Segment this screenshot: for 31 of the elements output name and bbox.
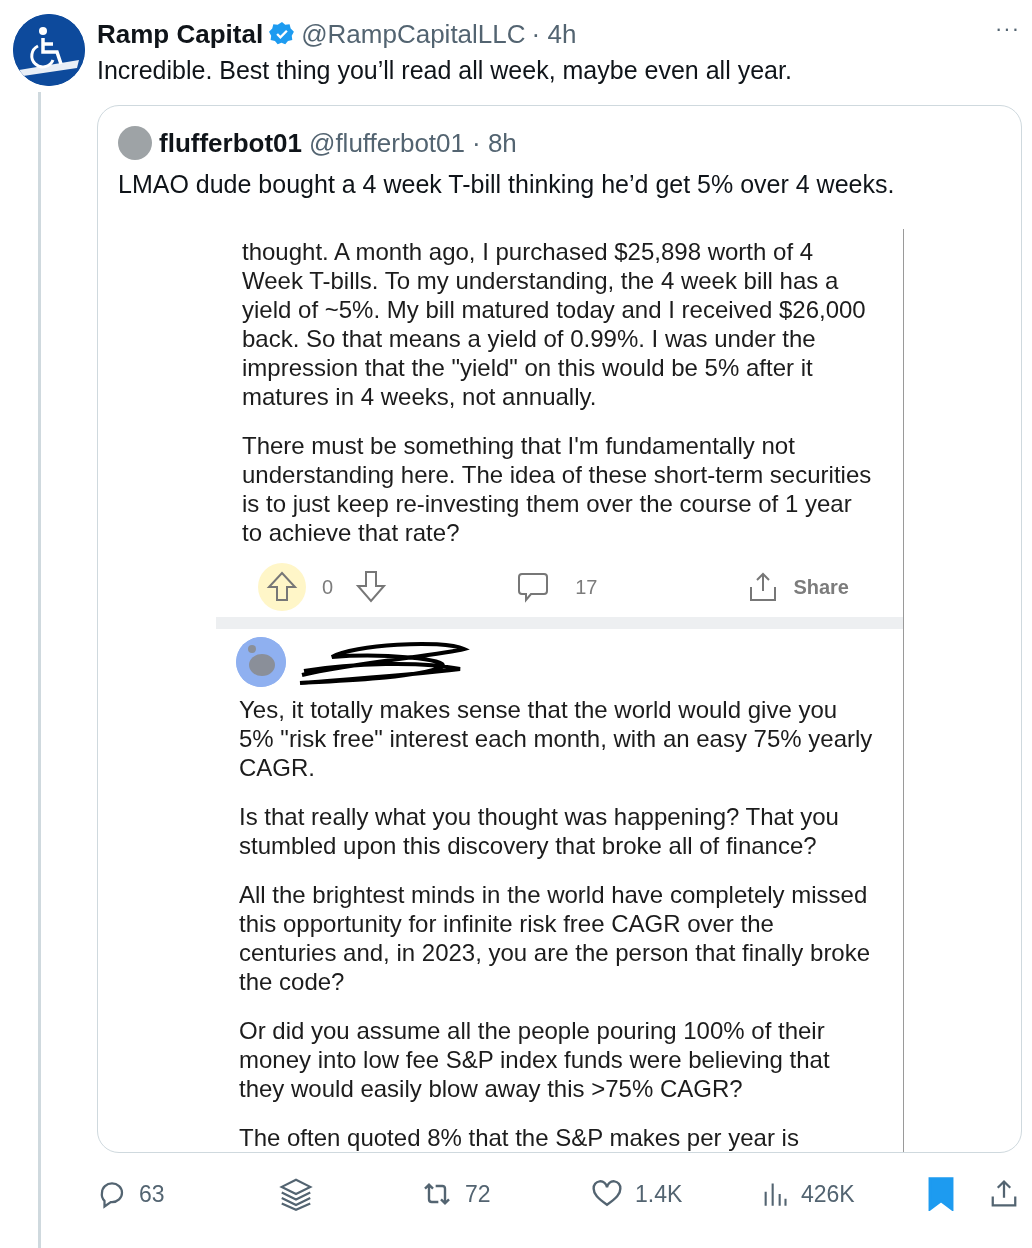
post-time[interactable]: · 4h: [531, 18, 577, 50]
like-button[interactable]: 1.4K: [591, 1178, 761, 1210]
retweet-button[interactable]: 72: [421, 1178, 591, 1210]
quoted-tweet-card[interactable]: [97, 105, 1022, 1153]
share-icon[interactable]: [989, 1179, 1019, 1209]
comment-count: 17: [575, 575, 598, 599]
comment-paragraph: The often quoted 8% that the S&P makes per year is: [239, 1123, 800, 1152]
bookmark-icon[interactable]: [927, 1177, 955, 1211]
reply-button[interactable]: 63: [97, 1179, 277, 1209]
downvote-arrow-icon: [355, 570, 388, 604]
author-name[interactable]: Ramp Capital: [97, 18, 264, 50]
comment-paragraph: Yes, it totally makes sense that the world would give you 5% "risk free" interest each month, with an easy 75% yearly CAGR.: [239, 695, 874, 782]
post-paragraph: thought. A month ago, I purchased $25,898 worth of 4 Week T-bills. To my understanding, the 4 week bill has a yield of ~5%. My bill matured today and I received $26,000 back. So that means a yield of 0.99%. I was under the impression that the "yield" on this would be 5% after it matures in 4 weeks, not annually.: [242, 237, 867, 411]
post-paragraph: There must be something that I'm fundamentally not understanding here. The idea of these short-term securities is to just keep re-investing them over the course of 1 year to achieve that rate?: [242, 431, 873, 547]
share-label: Share: [793, 575, 849, 599]
tweet-text: Incredible. Best thing you’ll read all week, maybe even all year.: [97, 56, 793, 85]
quoted-post-time: · 8h: [472, 127, 517, 159]
vote-count: 0: [322, 575, 334, 599]
avatar: [118, 126, 152, 160]
reddit-avatar-icon: [236, 637, 286, 687]
comment-paragraph: All the brightest minds in the world have completely missed this opportunity for infinite risk free CAGR over the centuries and, in 2023, you are the person that finally broke the code?: [239, 880, 872, 996]
views-count[interactable]: 426K: [761, 1179, 931, 1209]
avatar-wheelchair-icon: [12, 14, 85, 86]
comment-bubble-icon: [517, 571, 550, 603]
quoted-tweet-text: LMAO dude bought a 4 week T-bill thinking he’d get 5% over 4 weeks.: [118, 170, 896, 199]
quoted-author-name: flufferbot01: [159, 127, 302, 159]
comment-paragraph: Or did you assume all the people pouring 100% of their money into low fee S&P index funds were believing that they would easily blow away this >75% CAGR?: [239, 1016, 831, 1103]
more-menu[interactable]: ···: [995, 16, 1020, 42]
author-handle[interactable]: @RampCapitalLLC: [301, 18, 526, 50]
comment-paragraph: Is that really what you thought was happening? That you stumbled upon this discovery that broke all of finance?: [239, 802, 840, 860]
quoted-author-handle: @flufferbot01: [309, 127, 465, 159]
